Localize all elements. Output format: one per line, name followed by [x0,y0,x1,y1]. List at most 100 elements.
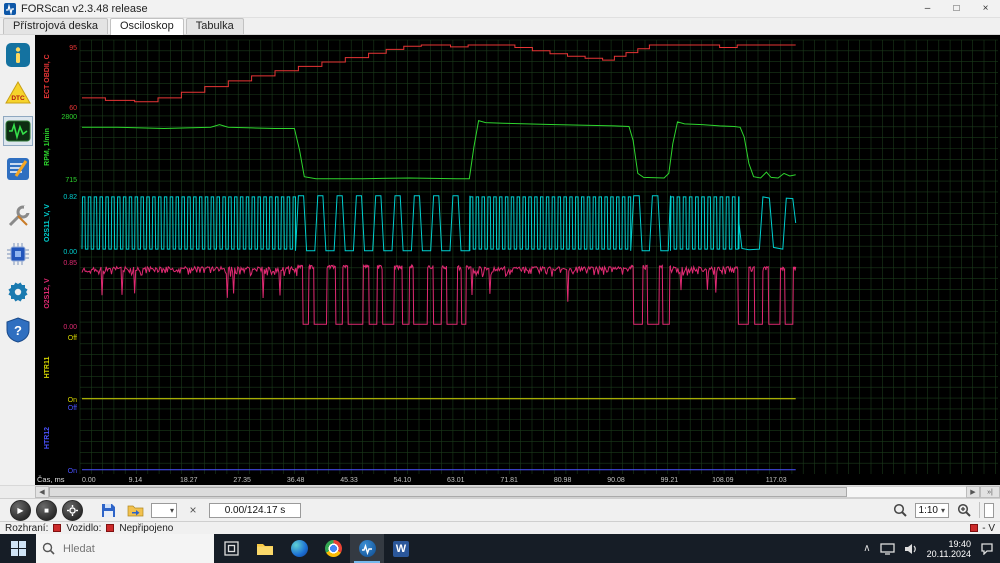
vehicle-label: Vozidlo: [66,523,101,534]
system-tray: ∧ 19:40 20.11.2024 [863,534,1000,563]
forscan-icon [359,540,376,557]
taskbar-clock[interactable]: 19:40 20.11.2024 [927,539,971,559]
svg-text:ECT OBDII, C: ECT OBDII, C [44,54,51,98]
sidebar-service-button[interactable] [3,201,33,231]
playback-position-field[interactable]: 0.00/124.17 s [209,503,301,518]
scroll-thumb[interactable] [49,487,847,497]
action-center-icon[interactable] [980,542,994,555]
forscan-taskbar-button[interactable] [350,534,384,563]
tab-dashboard[interactable]: Přístrojová deska [3,18,108,34]
svg-text:715: 715 [65,177,77,184]
svg-text:HTR12: HTR12 [44,427,51,449]
right-status-indicator [970,524,978,532]
service-icon [5,203,31,229]
sidebar-settings-button[interactable] [3,277,33,307]
sidebar-dtc-button[interactable]: DTC [3,78,33,108]
tray-chevron-icon[interactable]: ∧ [863,543,870,554]
scroll-track[interactable] [49,486,966,498]
window-controls: – □ × [913,0,1000,17]
svg-text:95: 95 [69,45,77,52]
sidebar-oscilloscope-button[interactable] [3,116,33,146]
svg-text:0.00: 0.00 [82,477,96,484]
svg-text:HTR11: HTR11 [44,357,51,379]
svg-text:18.27: 18.27 [180,477,198,484]
svg-text:0.00: 0.00 [63,324,77,331]
zoom-out-button[interactable] [889,500,911,520]
svg-text:O2S12, V: O2S12, V [44,278,51,309]
chrome-button[interactable] [316,534,350,563]
svg-text:108.09: 108.09 [712,477,734,484]
start-button[interactable] [0,534,36,563]
search-input[interactable] [61,542,195,556]
titlebar[interactable]: FORScan v2.3.48 release – □ × [0,0,1000,18]
sidebar-datalogger-button[interactable] [3,154,33,184]
svg-text:Off: Off [68,335,77,342]
scroll-to-end-button[interactable]: »| [980,486,1000,498]
task-view-icon [224,541,239,556]
time-scale-select[interactable]: 1:10 ▾ [915,503,949,518]
clear-button[interactable]: × [182,500,204,520]
tab-table[interactable]: Tabulka [186,18,244,34]
svg-text:9.14: 9.14 [129,477,143,484]
gear-icon [5,279,31,305]
scroll-left-button[interactable]: ◀ [35,486,49,498]
svg-text:?: ? [14,323,22,338]
close-button[interactable]: × [971,0,1000,17]
svg-text:Off: Off [68,405,77,412]
load-record-button[interactable] [124,500,146,520]
windows-taskbar: W ∧ 19:40 20.11.2024 [0,534,1000,563]
toolbar-edge-control[interactable] [984,503,994,518]
magnifier-icon [957,503,971,517]
toolbar-separator [979,502,980,518]
stop-button[interactable]: ■ [36,500,57,521]
clock-time: 19:40 [927,539,971,549]
floppy-icon [101,503,116,518]
magnifier-icon [893,503,907,517]
zoom-in-button[interactable] [953,500,975,520]
svg-text:2800: 2800 [61,114,77,121]
chevron-down-icon: ▾ [941,506,945,515]
save-record-button[interactable] [97,500,119,520]
sidebar-vehicle-info-button[interactable] [3,40,33,70]
play-button[interactable]: ▶ [10,500,31,521]
sidebar-about-button[interactable]: ? [3,315,33,345]
svg-text:27.35: 27.35 [233,477,251,484]
scroll-right-button[interactable]: ▶ [966,486,980,498]
svg-text:On: On [68,397,77,404]
svg-text:90.08: 90.08 [607,477,625,484]
taskbar-search[interactable] [36,534,214,563]
edge-button[interactable] [282,534,316,563]
gear-small-icon [67,505,78,516]
oscilloscope-panel: Čas, ms0.009.1418.2727.3536.4845.3354.10… [35,35,1000,485]
network-icon[interactable] [880,543,895,555]
windows-logo-icon [11,541,26,556]
tab-oscilloscope[interactable]: Osciloskop [110,18,184,35]
svg-text:63.01: 63.01 [447,477,465,484]
record-select[interactable]: ▾ [151,503,177,518]
svg-text:0.85: 0.85 [63,260,77,267]
svg-text:RPM, 1/min: RPM, 1/min [44,128,51,166]
oscilloscope-canvas[interactable]: Čas, ms0.009.1418.2727.3536.4845.3354.10… [35,35,1000,485]
minimize-button[interactable]: – [913,0,942,17]
chip-icon [5,241,31,267]
tab-bar: Přístrojová deska Osciloskop Tabulka [0,18,1000,35]
file-explorer-button[interactable] [248,534,282,563]
svg-text:60: 60 [69,105,77,112]
right-status-text: - V [982,523,995,534]
chrome-icon [325,540,342,557]
svg-text:0.82: 0.82 [63,194,77,201]
connection-status-text: Nepřipojeno [119,523,173,534]
sidebar-configuration-button[interactable] [3,239,33,269]
word-button[interactable]: W [384,534,418,563]
svg-text:80.98: 80.98 [554,477,572,484]
clock-date: 20.11.2024 [927,549,971,559]
scope-settings-button[interactable] [62,500,83,521]
svg-text:DTC: DTC [11,95,25,102]
volume-icon[interactable] [904,543,918,555]
clear-icon: × [189,503,196,517]
maximize-button[interactable]: □ [942,0,971,17]
svg-text:On: On [68,468,77,475]
task-view-button[interactable] [214,534,248,563]
dtc-icon: DTC [5,80,31,106]
forscan-app-icon [4,3,16,15]
